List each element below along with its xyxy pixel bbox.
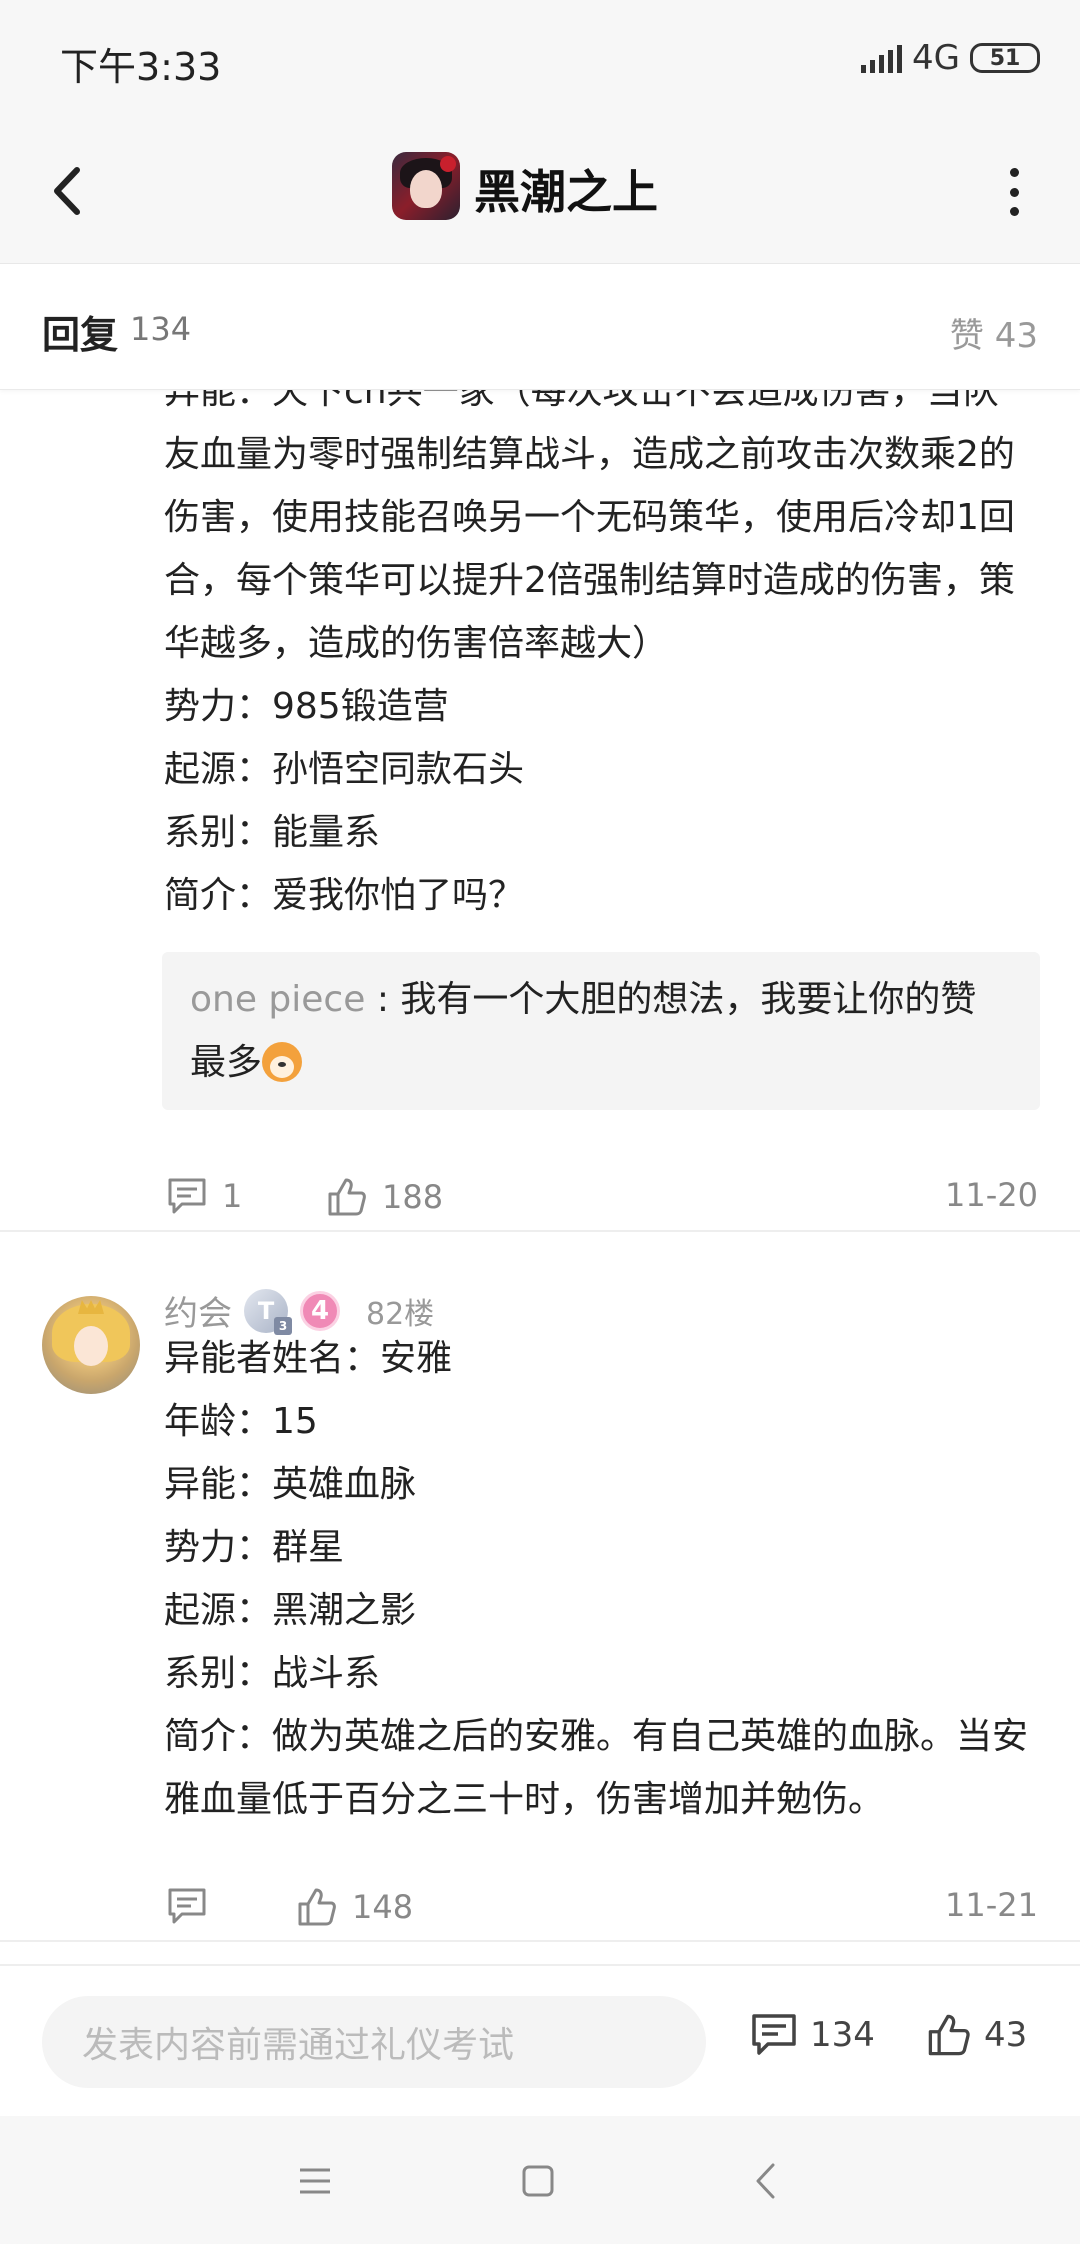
like-total: 43 <box>984 2015 1028 2055</box>
post-text-line: 势力：985锻造营 <box>164 686 449 727</box>
thumb-up-icon <box>298 1888 336 1926</box>
comment-icon <box>168 1178 206 1214</box>
dog-emoji-icon <box>262 1042 303 1082</box>
square-icon <box>522 2165 554 2197</box>
reply-label: 回复 <box>42 313 119 357</box>
like-button[interactable]: 188 <box>326 1176 443 1218</box>
post-date: 11-20 <box>945 1176 1038 1214</box>
reply-summary-bar: 回复 134 赞 43 <box>0 264 1080 390</box>
divider <box>0 1230 1080 1232</box>
comment-total: 134 <box>810 2015 875 2055</box>
like-post-button[interactable]: 43 <box>926 2012 1027 2058</box>
like-summary: 赞 43 <box>949 316 1038 356</box>
status-time: 下午3:33 <box>60 45 222 89</box>
post-text-line: 异能：天下cn共一家（每次攻击不会造成伤害，当队 <box>164 390 999 412</box>
post-text-line: 年龄：15 <box>164 1401 318 1442</box>
status-bar: 下午3:33 4G 51 <box>0 0 1080 118</box>
signal-icon <box>861 43 903 73</box>
like-count: 148 <box>352 1888 414 1926</box>
comment-button[interactable]: 1 <box>166 1176 242 1216</box>
comment-icon <box>168 1888 206 1924</box>
game-avatar[interactable] <box>392 152 460 220</box>
reply-count: 134 <box>130 310 192 348</box>
comments-button[interactable]: 134 <box>750 2012 875 2058</box>
avatar[interactable] <box>42 1296 140 1394</box>
chevron-left-icon <box>756 2163 775 2199</box>
menu-icon <box>300 2168 330 2194</box>
reply-list[interactable]: 异能：天下cn共一家（每次攻击不会造成伤害，当队 友血量为零时强制结算战斗，造成… <box>0 390 1080 1964</box>
app-header: 黑潮之上 <box>0 118 1080 264</box>
page-title[interactable]: 黑潮之上 <box>474 156 658 222</box>
floor-number: 82楼 <box>366 1296 435 1332</box>
post-text-line: 友血量为零时强制结算战斗，造成之前攻击次数乘2的伤害，使用技能召唤另一个无码策华… <box>164 434 1015 664</box>
sub-reply-user[interactable]: one piece <box>190 979 365 1020</box>
post-text-line: 异能者姓名：安雅 <box>164 1338 453 1379</box>
reply-input[interactable]: 发表内容前需通过礼仪考试 <box>42 1996 706 2088</box>
post-text-line: 起源：孙悟空同款石头 <box>164 749 525 790</box>
back-button[interactable] <box>36 156 96 226</box>
nav-back-button[interactable] <box>740 2156 790 2206</box>
post-text-line: 简介：做为英雄之后的安雅。有自己英雄的血脉。当安雅血量低于百分之三十时，伤害增加… <box>164 1716 1029 1820</box>
thumb-up-icon <box>928 2014 970 2056</box>
like-count: 188 <box>382 1178 444 1216</box>
more-button[interactable] <box>1004 168 1024 216</box>
status-icons: 4G 51 <box>861 38 1040 78</box>
comment-icon <box>752 2014 796 2055</box>
system-nav-bar <box>0 2116 1080 2244</box>
sub-reply-box[interactable]: one piece : 我有一个大胆的想法，我要让你的赞最多 <box>162 952 1040 1110</box>
post-actions: 148 11-21 <box>0 1886 1080 1946</box>
post-text-line: 起源：黑潮之影 <box>164 1590 417 1631</box>
reply-input-bar: 发表内容前需通过礼仪考试 134 43 <box>0 1964 1080 2116</box>
network-type: 4G <box>912 38 960 78</box>
like-button[interactable]: 148 <box>296 1886 413 1928</box>
post-text-line: 简介：爱我你怕了吗？ <box>164 875 525 916</box>
post-actions: 1 188 11-20 <box>0 1176 1080 1236</box>
chevron-left-icon <box>54 167 80 215</box>
battery-level: 51 <box>989 45 1021 71</box>
post-text-line: 系别：战斗系 <box>164 1653 381 1694</box>
thumb-up-icon <box>328 1178 366 1216</box>
post-body: 友血量为零时强制结算战斗，造成之前攻击次数乘2的伤害，使用技能召唤另一个无码策华… <box>164 423 1044 927</box>
post-text-line: 系别：能量系 <box>164 812 381 853</box>
home-button[interactable] <box>513 2156 563 2206</box>
post-text-line: 异能：英雄血脉 <box>164 1464 417 1505</box>
post-text-line: 势力：群星 <box>164 1527 345 1568</box>
title-badge-icon: T3 <box>244 1288 292 1335</box>
level-badge: 4 <box>300 1290 340 1331</box>
post-body: 异能者姓名：安雅 年龄：15 异能：英雄血脉 势力：群星 起源：黑潮之影 系别：… <box>164 1327 1044 1831</box>
more-vertical-icon <box>1009 168 1019 177</box>
sub-reply-separator: : <box>365 979 401 1020</box>
battery-icon: 51 <box>970 43 1040 73</box>
reply-input-placeholder: 发表内容前需通过礼仪考试 <box>82 2025 515 2066</box>
menu-button[interactable] <box>290 2156 340 2206</box>
post-date: 11-21 <box>945 1886 1038 1924</box>
comment-count: 1 <box>222 1177 243 1215</box>
comment-button[interactable] <box>166 1886 208 1926</box>
divider <box>0 1940 1080 1942</box>
